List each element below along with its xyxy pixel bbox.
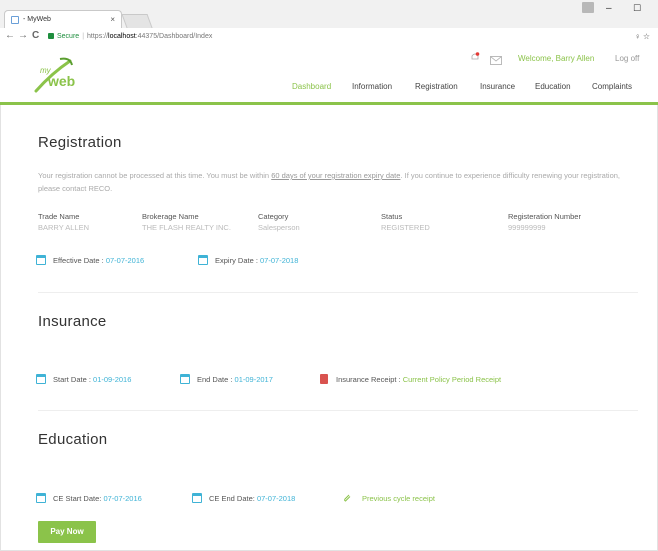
- url-host: localhost: [108, 33, 136, 40]
- maximize-icon[interactable]: ☐: [633, 3, 641, 14]
- calendar-icon: [198, 255, 208, 265]
- browser-tab[interactable]: - MyWeb ×: [4, 10, 122, 28]
- url-path: :44375/Dashboard/Index: [135, 33, 213, 40]
- paperclip-icon: [344, 494, 351, 502]
- trade-name-label: Trade Name: [38, 212, 80, 221]
- ce-end-row: CE End Date: 07-07-2018: [192, 493, 295, 503]
- status-value: REGISTERED: [381, 223, 430, 232]
- profile-icon[interactable]: [582, 2, 594, 13]
- browser-chrome: - MyWeb × – ☐ ← → C Secure | https://local…: [0, 0, 658, 45]
- calendar-icon: [36, 493, 46, 503]
- main-nav: Dashboard Information Registration Insur…: [0, 77, 658, 105]
- registration-number-value: 999999999: [508, 223, 546, 232]
- header-accent-bar: [0, 102, 658, 105]
- expiry-date-row: Expiry Date : 07-07-2018: [198, 255, 298, 265]
- registration-notice: Your registration cannot be processed at…: [38, 169, 628, 195]
- lock-icon: [48, 33, 54, 39]
- back-arrow-icon[interactable]: ←: [5, 29, 15, 43]
- expiry-date-label: Expiry Date :: [215, 256, 261, 265]
- section-divider: [38, 410, 638, 411]
- reload-icon[interactable]: C: [32, 29, 39, 43]
- page-favicon-icon: [11, 16, 19, 24]
- insurance-start-label: Start Date :: [53, 375, 94, 384]
- pay-now-button[interactable]: Pay Now: [38, 521, 96, 543]
- app-header: my web Welcome, Barry Allen Log off Dash…: [0, 45, 658, 105]
- calendar-icon: [36, 374, 46, 384]
- category-label: Category: [258, 212, 289, 221]
- registration-number-label: Registeration Number: [508, 212, 581, 221]
- insurance-title: Insurance: [38, 313, 107, 330]
- registration-title: Registration: [38, 134, 122, 151]
- brokerage-name-label: Brokerage Name: [142, 212, 199, 221]
- welcome-text: Welcome, Barry Allen: [518, 54, 595, 63]
- effective-date-row: Effective Date : 07-07-2016: [36, 255, 144, 265]
- effective-date-label: Effective Date :: [53, 256, 106, 265]
- calendar-icon: [180, 374, 190, 384]
- tab-close-icon[interactable]: ×: [110, 11, 115, 28]
- ce-start-value: 07-07-2016: [103, 494, 142, 503]
- secure-label: Secure: [57, 33, 80, 40]
- ce-end-label: CE End Date:: [209, 494, 257, 503]
- insurance-start-value: 01-09-2016: [93, 375, 132, 384]
- url-field[interactable]: Secure | https://localhost:44375/Dashboard…: [48, 30, 640, 43]
- calendar-icon: [36, 255, 46, 265]
- category-value: Salesperson: [258, 223, 300, 232]
- insurance-start-row: Start Date : 01-09-2016: [36, 374, 131, 384]
- section-divider: [38, 292, 638, 293]
- url-scheme: https://: [87, 33, 109, 40]
- logoff-link[interactable]: Log off: [615, 54, 639, 63]
- url-separator: |: [82, 33, 85, 40]
- insurance-end-row: End Date : 01-09-2017: [180, 374, 273, 384]
- bell-icon[interactable]: [470, 52, 480, 62]
- previous-cycle-receipt-link[interactable]: Previous cycle receipt: [362, 494, 435, 503]
- ce-end-value: 07-07-2018: [256, 494, 296, 503]
- notice-text-before: Your registration cannot be processed at…: [38, 171, 272, 180]
- status-label: Status: [381, 212, 403, 221]
- insurance-receipt-link[interactable]: Current Policy Period Receipt: [403, 375, 501, 384]
- insurance-receipt-row: Insurance Receipt : Current Policy Perio…: [320, 374, 501, 384]
- insurance-end-label: End Date :: [197, 375, 235, 384]
- tab-title: - MyWeb: [23, 16, 51, 23]
- brokerage-name-value: THE FLASH REALTY INC.: [142, 223, 231, 232]
- minimize-icon[interactable]: –: [606, 3, 612, 14]
- insurance-receipt-label: Insurance Receipt :: [336, 375, 403, 384]
- ce-start-label: CE Start Date:: [53, 494, 104, 503]
- mail-icon[interactable]: [490, 56, 502, 65]
- education-title: Education: [38, 431, 108, 448]
- calendar-icon: [192, 493, 202, 503]
- forward-arrow-icon[interactable]: →: [18, 29, 28, 43]
- notice-expiry-link[interactable]: 60 days of your registration expiry date: [271, 171, 400, 180]
- ce-start-row: CE Start Date: 07-07-2016: [36, 493, 142, 503]
- key-star-icons[interactable]: ♀ ☆: [635, 30, 650, 43]
- insurance-end-value: 01-09-2017: [234, 375, 273, 384]
- tab-bar: - MyWeb × – ☐: [0, 0, 658, 28]
- pdf-icon: [320, 374, 328, 384]
- effective-date-value: 07-07-2016: [105, 256, 145, 265]
- address-bar: ← → C Secure | https://localhost:44375/Das…: [0, 28, 658, 45]
- new-tab-button[interactable]: [121, 14, 153, 28]
- trade-name-value: BARRY ALLEN: [38, 223, 90, 232]
- expiry-date-value: 07-07-2018: [260, 256, 299, 265]
- prev-receipt-row: Previous cycle receipt: [342, 493, 435, 503]
- dashboard-content: Registration Your registration cannot be…: [0, 108, 658, 551]
